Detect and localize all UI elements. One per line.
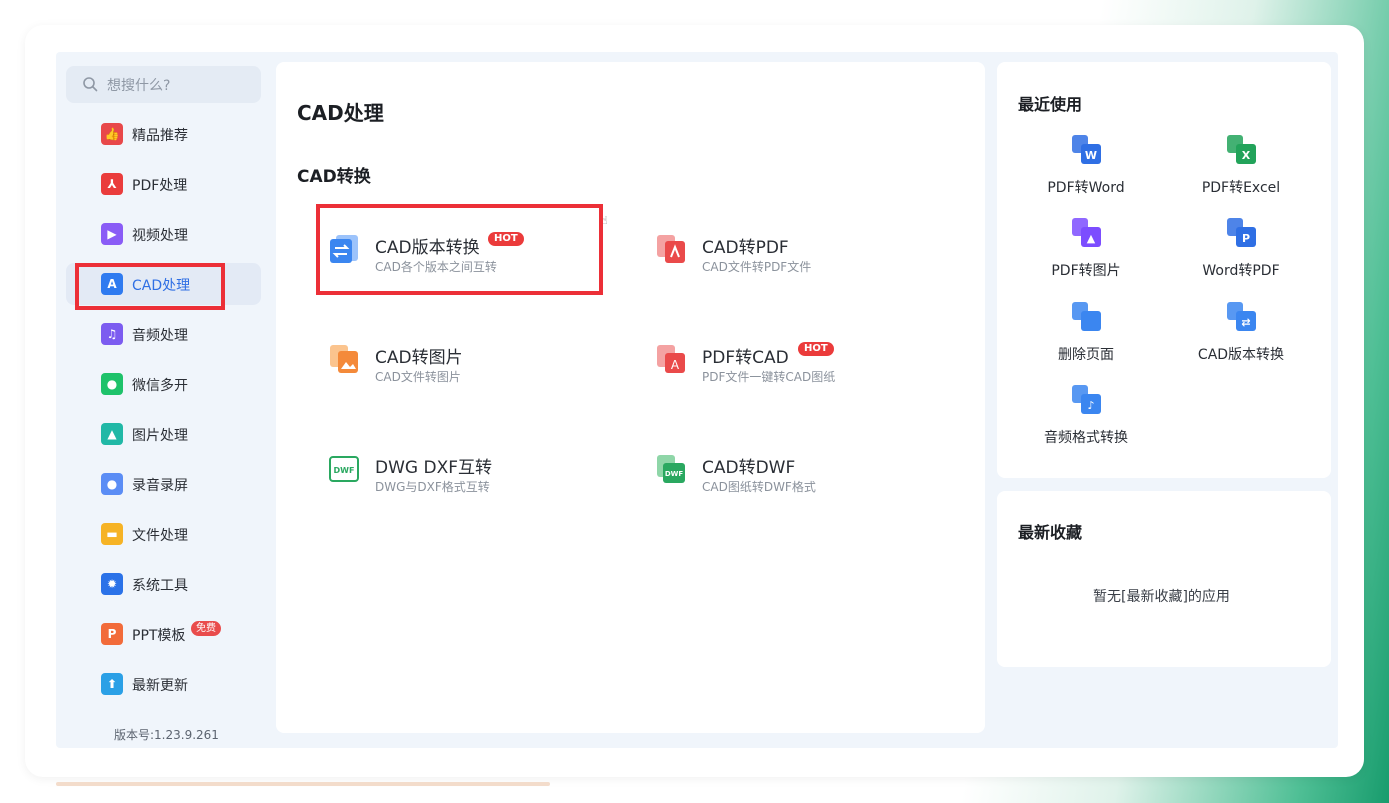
wechat-icon: ● bbox=[101, 373, 123, 395]
sidebar-item[interactable]: P PPT模板 bbox=[66, 613, 261, 655]
favorites-title: 最新收藏 bbox=[1018, 523, 1083, 542]
bottom-strip bbox=[56, 782, 550, 786]
tool-name: PDF转CAD bbox=[702, 348, 789, 368]
tool-name: DWG DXF互转 bbox=[375, 458, 492, 478]
dwf-icon: DWF bbox=[328, 453, 364, 489]
sidebar-item-label: 音频处理 bbox=[132, 328, 188, 344]
pdf-to-image-icon: ▲ bbox=[1071, 217, 1103, 249]
section-title: CAD转换 bbox=[297, 167, 371, 187]
search-box[interactable]: 想搜什么? bbox=[66, 66, 261, 103]
recent-item-label: PDF转图片 bbox=[1051, 263, 1121, 279]
image-icon: ▲ bbox=[101, 423, 123, 445]
ppt-icon: P bbox=[101, 623, 123, 645]
recent-item-label: 删除页面 bbox=[1058, 347, 1114, 363]
recent-item-label: PDF转Excel bbox=[1201, 180, 1281, 196]
sidebar-item-label: 微信多开 bbox=[132, 378, 188, 394]
recent-item[interactable]: X PDF转Excel bbox=[1171, 134, 1311, 196]
sidebar-item-label: 图片处理 bbox=[132, 428, 188, 444]
recent-item[interactable]: ▲ PDF转图片 bbox=[1016, 217, 1156, 279]
favorites-panel bbox=[997, 491, 1331, 667]
hot-badge: HOT bbox=[798, 342, 834, 356]
svg-text:W: W bbox=[1085, 149, 1097, 162]
tool-card[interactable]: A PDF转CAD PDF文件一键转CAD图纸 bbox=[655, 343, 915, 403]
delete-page-icon bbox=[1071, 301, 1103, 333]
version-label: 版本号:1.23.9.261 bbox=[114, 728, 219, 742]
recent-item-label: PDF转Word bbox=[1047, 180, 1125, 196]
svg-text:♪: ♪ bbox=[1087, 399, 1094, 412]
pdf-to-cad-icon: A bbox=[655, 343, 691, 379]
tool-card[interactable]: CAD转PDF CAD文件转PDF文件 bbox=[655, 233, 915, 293]
tool-name: CAD转PDF bbox=[702, 238, 789, 258]
sidebar-item-label: 文件处理 bbox=[132, 528, 188, 544]
recent-item[interactable]: 删除页面 bbox=[1016, 301, 1156, 363]
cad-to-image-icon bbox=[328, 343, 364, 379]
svg-text:DWF: DWF bbox=[665, 470, 684, 478]
tool-description: PDF文件一键转CAD图纸 bbox=[702, 370, 836, 384]
tool-card[interactable]: DWF DWG DXF互转 DWG与DXF格式互转 bbox=[328, 453, 588, 513]
highlight-box-tool bbox=[316, 204, 603, 295]
sidebar-item-label: 最新更新 bbox=[132, 678, 188, 694]
word-to-pdf-icon: P bbox=[1226, 217, 1258, 249]
favorites-empty-text: 暂无[最新收藏]的应用 bbox=[1093, 589, 1230, 605]
sidebar-item[interactable]: ● 微信多开 bbox=[66, 363, 261, 405]
tool-description: CAD图纸转DWF格式 bbox=[702, 480, 816, 494]
tool-name: CAD转DWF bbox=[702, 458, 796, 478]
cad-to-pdf-icon bbox=[655, 233, 691, 269]
recent-item-label: CAD版本转换 bbox=[1197, 347, 1285, 363]
sidebar-item[interactable]: ▶ 视频处理 bbox=[66, 213, 261, 255]
sidebar-item-label: 视频处理 bbox=[132, 228, 188, 244]
svg-text:DWF: DWF bbox=[334, 466, 355, 475]
tool-name: CAD转图片 bbox=[375, 348, 463, 368]
page-title: CAD处理 bbox=[297, 101, 384, 125]
recent-item[interactable]: P Word转PDF bbox=[1171, 217, 1311, 279]
sidebar-item[interactable]: ▲ 图片处理 bbox=[66, 413, 261, 455]
recent-title: 最近使用 bbox=[1018, 95, 1083, 114]
svg-text:P: P bbox=[1242, 232, 1250, 245]
gear-icon: ✹ bbox=[101, 573, 123, 595]
sidebar-item-label: 录音录屏 bbox=[132, 478, 188, 494]
free-badge: 免费 bbox=[191, 621, 221, 636]
sidebar-item[interactable]: ⬆ 最新更新 bbox=[66, 663, 261, 705]
folder-icon: ▬ bbox=[101, 523, 123, 545]
music-icon: ♫ bbox=[101, 323, 123, 345]
tool-description: CAD文件转图片 bbox=[375, 370, 461, 384]
cad-version-icon: ⇄ bbox=[1226, 301, 1258, 333]
tool-description: CAD文件转PDF文件 bbox=[702, 260, 812, 274]
sidebar-item-label: 精品推荐 bbox=[132, 128, 188, 144]
sidebar-item-label: PDF处理 bbox=[132, 178, 188, 194]
play-icon: ▶ bbox=[101, 223, 123, 245]
pdf-to-excel-icon: X bbox=[1226, 134, 1258, 166]
recent-item-label: 音频格式转换 bbox=[1044, 430, 1128, 446]
cad-to-dwf-icon: DWF bbox=[655, 453, 691, 489]
sidebar-item-label: PPT模板 bbox=[132, 628, 186, 644]
search-placeholder: 想搜什么? bbox=[107, 78, 171, 94]
recent-item[interactable]: W PDF转Word bbox=[1016, 134, 1156, 196]
upload-icon: ⬆ bbox=[101, 673, 123, 695]
tool-card[interactable]: DWF CAD转DWF CAD图纸转DWF格式 bbox=[655, 453, 915, 513]
svg-text:A: A bbox=[671, 358, 680, 372]
search-icon bbox=[83, 77, 98, 92]
svg-text:⇄: ⇄ bbox=[1241, 316, 1250, 329]
highlight-box-sidebar bbox=[75, 263, 225, 310]
sidebar-item[interactable]: ✹ 系统工具 bbox=[66, 563, 261, 605]
recent-item[interactable]: ⇄ CAD版本转换 bbox=[1171, 301, 1311, 363]
thumbs-up-icon: 👍 bbox=[101, 123, 123, 145]
tool-card[interactable]: CAD转图片 CAD文件转图片 bbox=[328, 343, 588, 403]
sidebar-item-label: 系统工具 bbox=[132, 578, 188, 594]
sidebar-item[interactable]: ⅄ PDF处理 bbox=[66, 163, 261, 205]
tool-description: DWG与DXF格式互转 bbox=[375, 480, 490, 494]
svg-text:▲: ▲ bbox=[1087, 232, 1096, 245]
audio-convert-icon: ♪ bbox=[1071, 384, 1103, 416]
recent-item-label: Word转PDF bbox=[1202, 263, 1280, 279]
pdf-icon: ⅄ bbox=[101, 173, 123, 195]
svg-text:X: X bbox=[1242, 149, 1251, 162]
sidebar-item[interactable]: 👍 精品推荐 bbox=[66, 113, 261, 155]
recent-item[interactable]: ♪ 音频格式转换 bbox=[1016, 384, 1156, 446]
pdf-to-word-icon: W bbox=[1071, 134, 1103, 166]
sidebar-item[interactable]: ♫ 音频处理 bbox=[66, 313, 261, 355]
microphone-icon: ● bbox=[101, 473, 123, 495]
sidebar-item[interactable]: ● 录音录屏 bbox=[66, 463, 261, 505]
sidebar-item[interactable]: ▬ 文件处理 bbox=[66, 513, 261, 555]
